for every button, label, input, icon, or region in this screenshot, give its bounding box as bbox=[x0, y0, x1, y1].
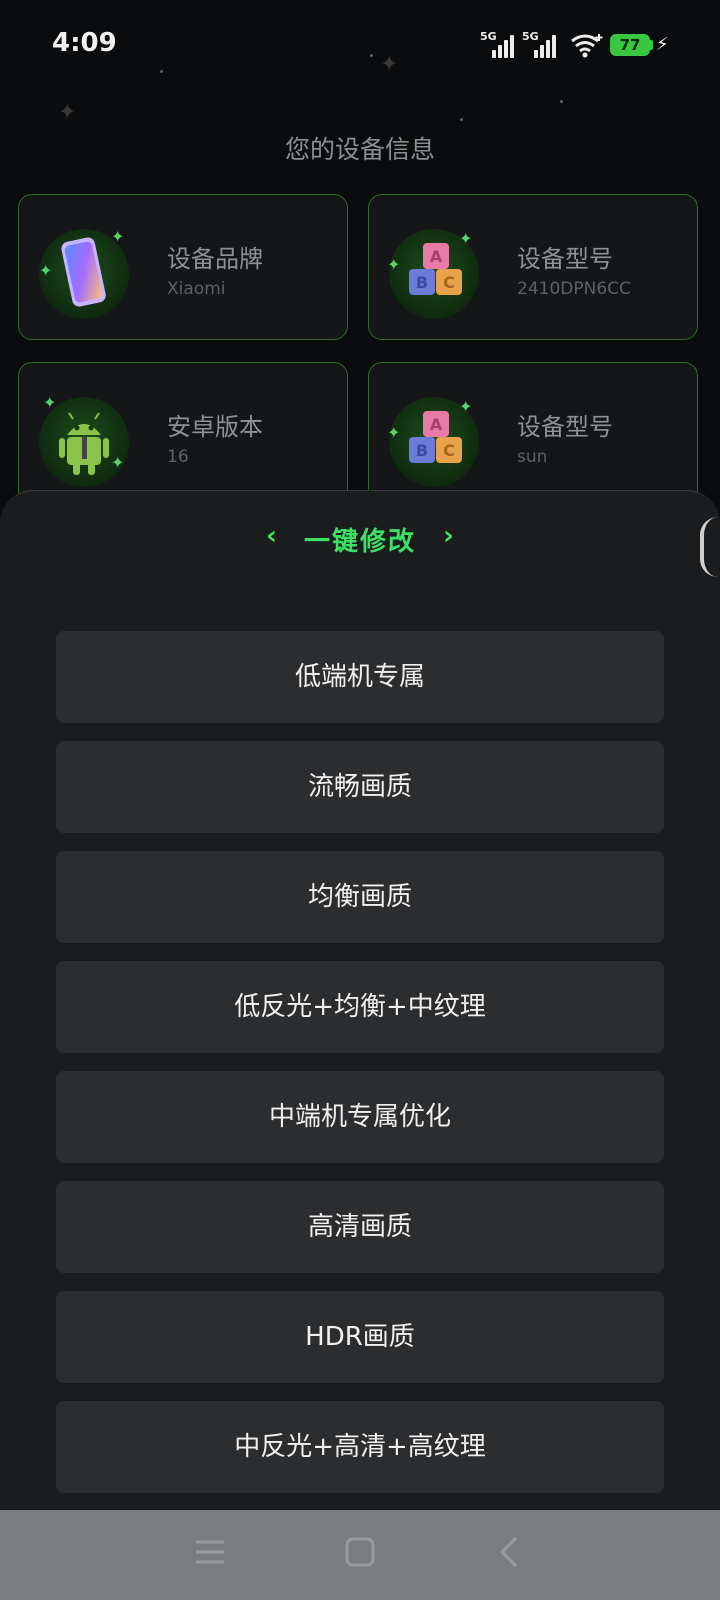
one-click-modify-sheet: ‹ 一键修改 › 低端机专属 流畅画质 均衡画质 低反光+均衡+中纹理 中端机专… bbox=[0, 490, 720, 1511]
svg-text:C: C bbox=[443, 441, 455, 460]
option-button-mid-range[interactable]: 中端机专属优化 bbox=[56, 1071, 664, 1163]
card-title: 安卓版本 bbox=[167, 413, 263, 441]
sparkle-icon: ✦ bbox=[39, 261, 53, 280]
option-button-low-reflect-balanced[interactable]: 低反光+均衡+中纹理 bbox=[56, 961, 664, 1053]
sparkle-icon: ✦ bbox=[43, 393, 57, 412]
sheet-header: ‹ 一键修改 › bbox=[0, 521, 720, 558]
signal-label: 5G bbox=[522, 30, 539, 43]
sparkle-icon: ✦ bbox=[459, 397, 473, 416]
option-button-hdr[interactable]: HDR画质 bbox=[56, 1291, 664, 1383]
cell-signal-icon: 5G bbox=[480, 30, 518, 58]
system-nav-bar bbox=[0, 1510, 720, 1600]
background-star bbox=[460, 118, 463, 121]
cell-signal-icon: 5G bbox=[522, 30, 560, 58]
option-button-balanced[interactable]: 均衡画质 bbox=[56, 851, 664, 943]
card-value: sun bbox=[517, 447, 548, 467]
background-sparkle: ✦ bbox=[58, 100, 77, 125]
sparkle-icon: ✦ bbox=[111, 453, 125, 472]
sparkle-icon: ✦ bbox=[387, 255, 401, 274]
sparkle-icon: ✦ bbox=[111, 227, 125, 246]
menu-icon[interactable] bbox=[190, 1532, 230, 1572]
side-drag-handle[interactable] bbox=[700, 517, 718, 577]
svg-text:A: A bbox=[430, 415, 443, 434]
device-model-card: A B C ✦ ✦ 设备型号 2410DPN6CC bbox=[368, 194, 698, 340]
card-value: Xiaomi bbox=[167, 279, 226, 299]
chevron-right-icon[interactable]: › bbox=[443, 521, 454, 551]
card-title: 设备品牌 bbox=[167, 245, 263, 273]
option-button-low-end[interactable]: 低端机专属 bbox=[56, 631, 664, 723]
signal-label: 5G bbox=[480, 30, 497, 43]
sparkle-icon: ✦ bbox=[459, 229, 473, 248]
status-bar: 4:09 5G 5G 77 ⚡ bbox=[0, 0, 720, 92]
home-square-icon[interactable] bbox=[340, 1532, 380, 1572]
card-title: 设备型号 bbox=[517, 413, 613, 441]
option-button-mid-reflect-hd[interactable]: 中反光+高清+高纹理 bbox=[56, 1401, 664, 1493]
sparkle-icon: ✦ bbox=[387, 423, 401, 442]
device-codename-card: A B C ✦ ✦ 设备型号 sun bbox=[368, 362, 698, 508]
svg-text:A: A bbox=[430, 247, 443, 266]
card-value: 16 bbox=[167, 447, 189, 467]
sheet-title: 一键修改 bbox=[303, 527, 416, 557]
battery-tip bbox=[650, 40, 653, 50]
wifi-icon bbox=[571, 34, 603, 58]
option-button-hd[interactable]: 高清画质 bbox=[56, 1181, 664, 1273]
status-time: 4:09 bbox=[52, 28, 117, 58]
battery-indicator: 77 bbox=[610, 34, 650, 56]
card-title: 设备型号 bbox=[517, 245, 613, 273]
svg-text:B: B bbox=[416, 273, 428, 292]
chevron-left-icon[interactable]: ‹ bbox=[266, 521, 277, 551]
svg-text:C: C bbox=[443, 273, 455, 292]
page-title: 您的设备信息 bbox=[284, 135, 435, 164]
background-star bbox=[560, 100, 563, 103]
android-version-card: ✦ ✦ 安卓版本 16 bbox=[18, 362, 348, 508]
device-brand-card: ✦ ✦ 设备品牌 Xiaomi bbox=[18, 194, 348, 340]
svg-text:B: B bbox=[416, 441, 428, 460]
card-value: 2410DPN6CC bbox=[517, 279, 631, 299]
back-chevron-icon[interactable] bbox=[490, 1532, 530, 1572]
option-button-smooth[interactable]: 流畅画质 bbox=[56, 741, 664, 833]
charging-bolt-icon: ⚡ bbox=[656, 34, 669, 55]
